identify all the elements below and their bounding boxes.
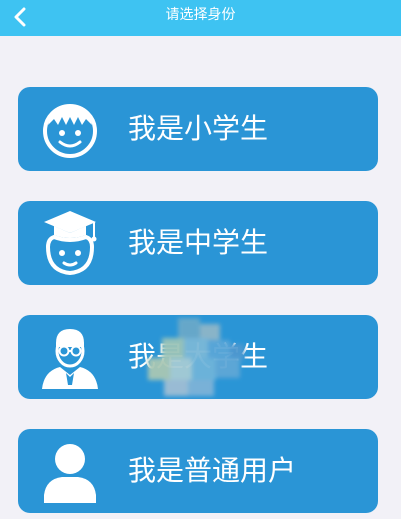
page-title: 请选择身份 [165,7,236,23]
user-icon [44,444,96,503]
student-glasses-icon [42,329,98,389]
option-primary-student-button[interactable]: 我是小学生 [18,87,378,171]
option-label: 我是中学生 [128,226,269,259]
graduate-cap-icon [44,211,97,276]
option-regular-user-button[interactable]: 我是普通用户 [18,429,378,513]
mosaic-blur-overlay [148,318,244,396]
boy-face-icon [43,104,97,158]
top-bar: 请选择身份 [0,0,401,36]
option-middle-student-button[interactable]: 我是中学生 [18,201,378,285]
option-label: 我是普通用户 [128,454,297,487]
option-label: 我是小学生 [128,112,269,145]
